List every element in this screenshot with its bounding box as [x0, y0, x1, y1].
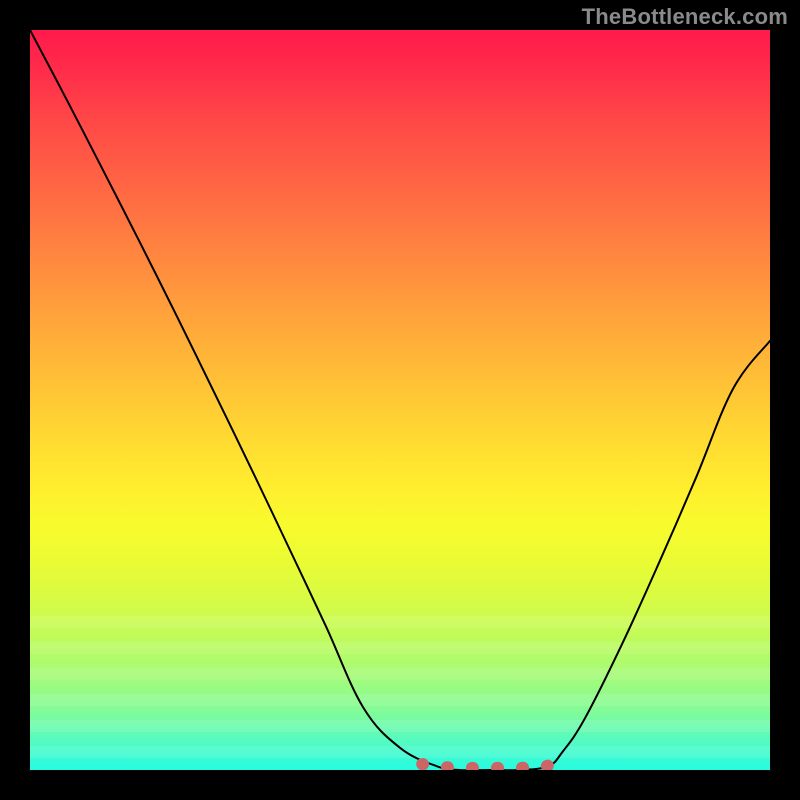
attribution-text: TheBottleneck.com [582, 4, 788, 30]
plot-area [30, 30, 770, 770]
v-curve [30, 30, 770, 770]
flat-segment-highlight [422, 752, 563, 768]
chart-frame: TheBottleneck.com [0, 0, 800, 800]
curve-layer [30, 30, 770, 770]
